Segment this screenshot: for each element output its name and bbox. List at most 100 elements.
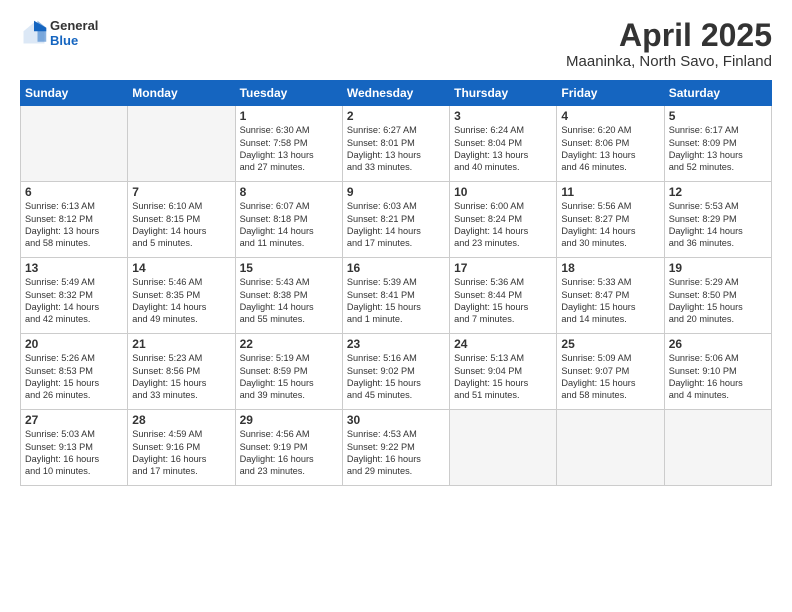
day-number: 18	[561, 261, 659, 275]
day-number: 29	[240, 413, 338, 427]
day-number: 2	[347, 109, 445, 123]
day-info: Sunrise: 6:07 AM Sunset: 8:18 PM Dayligh…	[240, 200, 338, 250]
day-info: Sunrise: 5:26 AM Sunset: 8:53 PM Dayligh…	[25, 352, 123, 402]
title-block: April 2025 Maaninka, North Savo, Finland	[566, 18, 772, 70]
calendar-cell	[557, 410, 664, 486]
logo-icon	[20, 19, 48, 47]
day-info: Sunrise: 4:53 AM Sunset: 9:22 PM Dayligh…	[347, 428, 445, 478]
day-info: Sunrise: 4:59 AM Sunset: 9:16 PM Dayligh…	[132, 428, 230, 478]
calendar-cell: 18Sunrise: 5:33 AM Sunset: 8:47 PM Dayli…	[557, 258, 664, 334]
calendar-cell: 15Sunrise: 5:43 AM Sunset: 8:38 PM Dayli…	[235, 258, 342, 334]
location-title: Maaninka, North Savo, Finland	[566, 53, 772, 70]
day-info: Sunrise: 5:33 AM Sunset: 8:47 PM Dayligh…	[561, 276, 659, 326]
calendar-cell	[664, 410, 771, 486]
calendar-cell: 3Sunrise: 6:24 AM Sunset: 8:04 PM Daylig…	[450, 106, 557, 182]
day-info: Sunrise: 5:46 AM Sunset: 8:35 PM Dayligh…	[132, 276, 230, 326]
calendar-cell: 25Sunrise: 5:09 AM Sunset: 9:07 PM Dayli…	[557, 334, 664, 410]
calendar-cell: 27Sunrise: 5:03 AM Sunset: 9:13 PM Dayli…	[21, 410, 128, 486]
calendar-week-4: 27Sunrise: 5:03 AM Sunset: 9:13 PM Dayli…	[21, 410, 772, 486]
calendar-cell	[128, 106, 235, 182]
day-number: 26	[669, 337, 767, 351]
calendar-cell: 6Sunrise: 6:13 AM Sunset: 8:12 PM Daylig…	[21, 182, 128, 258]
day-info: Sunrise: 6:20 AM Sunset: 8:06 PM Dayligh…	[561, 124, 659, 174]
day-info: Sunrise: 6:03 AM Sunset: 8:21 PM Dayligh…	[347, 200, 445, 250]
calendar-cell: 29Sunrise: 4:56 AM Sunset: 9:19 PM Dayli…	[235, 410, 342, 486]
day-info: Sunrise: 5:13 AM Sunset: 9:04 PM Dayligh…	[454, 352, 552, 402]
col-thursday: Thursday	[450, 81, 557, 106]
calendar-cell: 24Sunrise: 5:13 AM Sunset: 9:04 PM Dayli…	[450, 334, 557, 410]
day-info: Sunrise: 5:49 AM Sunset: 8:32 PM Dayligh…	[25, 276, 123, 326]
day-info: Sunrise: 5:43 AM Sunset: 8:38 PM Dayligh…	[240, 276, 338, 326]
day-info: Sunrise: 5:23 AM Sunset: 8:56 PM Dayligh…	[132, 352, 230, 402]
calendar-cell: 26Sunrise: 5:06 AM Sunset: 9:10 PM Dayli…	[664, 334, 771, 410]
day-number: 13	[25, 261, 123, 275]
page: General Blue April 2025 Maaninka, North …	[0, 0, 792, 612]
calendar-cell: 4Sunrise: 6:20 AM Sunset: 8:06 PM Daylig…	[557, 106, 664, 182]
month-title: April 2025	[566, 18, 772, 53]
day-number: 23	[347, 337, 445, 351]
calendar-cell	[450, 410, 557, 486]
day-info: Sunrise: 5:36 AM Sunset: 8:44 PM Dayligh…	[454, 276, 552, 326]
calendar-cell: 1Sunrise: 6:30 AM Sunset: 7:58 PM Daylig…	[235, 106, 342, 182]
col-wednesday: Wednesday	[342, 81, 449, 106]
header: General Blue April 2025 Maaninka, North …	[20, 18, 772, 70]
day-info: Sunrise: 5:06 AM Sunset: 9:10 PM Dayligh…	[669, 352, 767, 402]
calendar-cell: 22Sunrise: 5:19 AM Sunset: 8:59 PM Dayli…	[235, 334, 342, 410]
day-number: 7	[132, 185, 230, 199]
day-info: Sunrise: 5:29 AM Sunset: 8:50 PM Dayligh…	[669, 276, 767, 326]
day-number: 12	[669, 185, 767, 199]
calendar-cell: 19Sunrise: 5:29 AM Sunset: 8:50 PM Dayli…	[664, 258, 771, 334]
day-number: 14	[132, 261, 230, 275]
day-number: 3	[454, 109, 552, 123]
calendar-cell: 16Sunrise: 5:39 AM Sunset: 8:41 PM Dayli…	[342, 258, 449, 334]
day-number: 8	[240, 185, 338, 199]
calendar-cell: 2Sunrise: 6:27 AM Sunset: 8:01 PM Daylig…	[342, 106, 449, 182]
calendar-cell: 11Sunrise: 5:56 AM Sunset: 8:27 PM Dayli…	[557, 182, 664, 258]
col-monday: Monday	[128, 81, 235, 106]
day-number: 15	[240, 261, 338, 275]
calendar: Sunday Monday Tuesday Wednesday Thursday…	[20, 80, 772, 486]
day-info: Sunrise: 5:56 AM Sunset: 8:27 PM Dayligh…	[561, 200, 659, 250]
day-number: 21	[132, 337, 230, 351]
calendar-header-row: Sunday Monday Tuesday Wednesday Thursday…	[21, 81, 772, 106]
day-info: Sunrise: 5:53 AM Sunset: 8:29 PM Dayligh…	[669, 200, 767, 250]
day-info: Sunrise: 6:00 AM Sunset: 8:24 PM Dayligh…	[454, 200, 552, 250]
calendar-cell: 10Sunrise: 6:00 AM Sunset: 8:24 PM Dayli…	[450, 182, 557, 258]
calendar-cell: 5Sunrise: 6:17 AM Sunset: 8:09 PM Daylig…	[664, 106, 771, 182]
day-number: 16	[347, 261, 445, 275]
day-info: Sunrise: 5:09 AM Sunset: 9:07 PM Dayligh…	[561, 352, 659, 402]
calendar-cell: 13Sunrise: 5:49 AM Sunset: 8:32 PM Dayli…	[21, 258, 128, 334]
day-number: 19	[669, 261, 767, 275]
day-number: 6	[25, 185, 123, 199]
calendar-cell: 8Sunrise: 6:07 AM Sunset: 8:18 PM Daylig…	[235, 182, 342, 258]
day-info: Sunrise: 5:39 AM Sunset: 8:41 PM Dayligh…	[347, 276, 445, 326]
calendar-cell: 30Sunrise: 4:53 AM Sunset: 9:22 PM Dayli…	[342, 410, 449, 486]
day-number: 17	[454, 261, 552, 275]
day-number: 25	[561, 337, 659, 351]
logo: General Blue	[20, 18, 98, 48]
calendar-cell: 28Sunrise: 4:59 AM Sunset: 9:16 PM Dayli…	[128, 410, 235, 486]
calendar-cell: 23Sunrise: 5:16 AM Sunset: 9:02 PM Dayli…	[342, 334, 449, 410]
day-number: 28	[132, 413, 230, 427]
day-number: 10	[454, 185, 552, 199]
calendar-cell: 20Sunrise: 5:26 AM Sunset: 8:53 PM Dayli…	[21, 334, 128, 410]
logo-blue: Blue	[50, 33, 98, 48]
day-number: 27	[25, 413, 123, 427]
day-info: Sunrise: 6:10 AM Sunset: 8:15 PM Dayligh…	[132, 200, 230, 250]
calendar-cell	[21, 106, 128, 182]
logo-text: General Blue	[50, 18, 98, 48]
day-info: Sunrise: 6:17 AM Sunset: 8:09 PM Dayligh…	[669, 124, 767, 174]
day-info: Sunrise: 6:27 AM Sunset: 8:01 PM Dayligh…	[347, 124, 445, 174]
day-info: Sunrise: 5:16 AM Sunset: 9:02 PM Dayligh…	[347, 352, 445, 402]
day-number: 24	[454, 337, 552, 351]
calendar-week-3: 20Sunrise: 5:26 AM Sunset: 8:53 PM Dayli…	[21, 334, 772, 410]
day-number: 5	[669, 109, 767, 123]
day-info: Sunrise: 6:24 AM Sunset: 8:04 PM Dayligh…	[454, 124, 552, 174]
day-number: 4	[561, 109, 659, 123]
calendar-cell: 14Sunrise: 5:46 AM Sunset: 8:35 PM Dayli…	[128, 258, 235, 334]
day-number: 1	[240, 109, 338, 123]
logo-general: General	[50, 18, 98, 33]
day-info: Sunrise: 6:30 AM Sunset: 7:58 PM Dayligh…	[240, 124, 338, 174]
calendar-week-1: 6Sunrise: 6:13 AM Sunset: 8:12 PM Daylig…	[21, 182, 772, 258]
day-number: 9	[347, 185, 445, 199]
